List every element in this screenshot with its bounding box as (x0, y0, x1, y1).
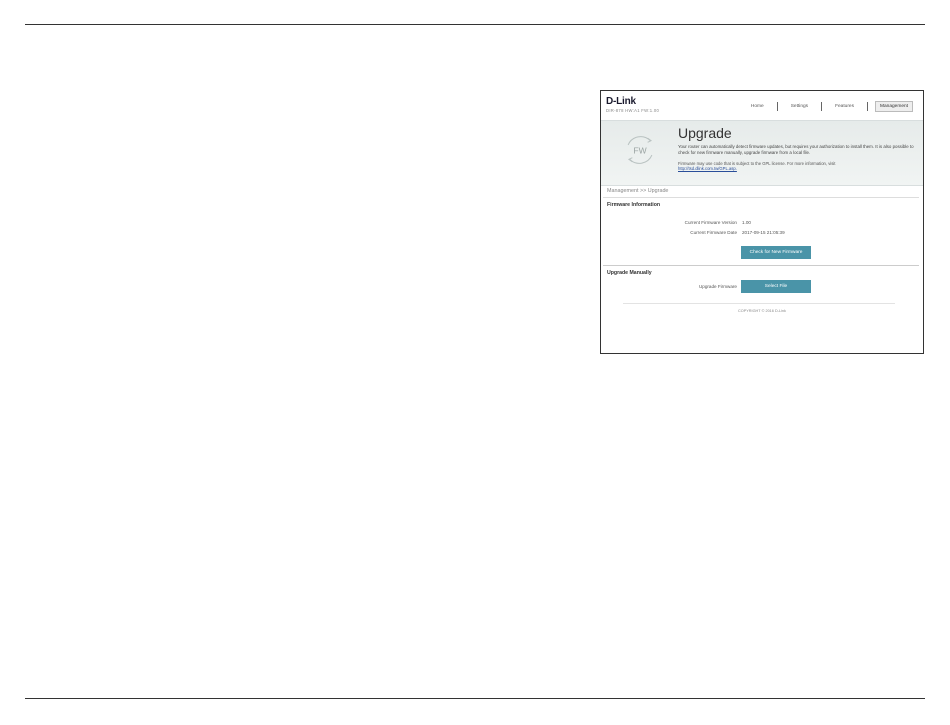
select-file-button[interactable]: Select File (741, 280, 811, 293)
top-navigation-bar: D-Link DIR-878 HW:A1 FW:1.00 Home Settin… (601, 91, 923, 120)
page-description: Your router can automatically detect fir… (678, 144, 914, 155)
firmware-icon-label: FW (633, 145, 646, 155)
nav-home[interactable]: Home (738, 104, 777, 109)
page-header-banner: FW Upgrade Your router can automatically… (601, 120, 923, 186)
page-bottom-rule (25, 698, 925, 699)
firmware-version-value: 1.00 (742, 220, 751, 225)
dlink-logo: D-Link (606, 96, 636, 107)
router-ui-screenshot: D-Link DIR-878 HW:A1 FW:1.00 Home Settin… (600, 90, 924, 354)
nav-divider (867, 102, 868, 111)
check-for-new-firmware-button[interactable]: Check for New Firmware (741, 246, 811, 259)
firmware-information-heading: Firmware Information (607, 202, 661, 208)
upgrade-firmware-label: Upgrade Firmware (698, 284, 737, 289)
gpl-note-text: Firmware may use code that is subject to… (678, 161, 836, 166)
gpl-note: Firmware may use code that is subject to… (678, 161, 918, 172)
nav-settings[interactable]: Settings (778, 104, 821, 109)
footer-divider (623, 303, 895, 304)
model-info: DIR-878 HW:A1 FW:1.00 (606, 108, 660, 113)
page-top-rule (25, 24, 925, 25)
brand: D-Link DIR-878 HW:A1 FW:1.00 (606, 96, 660, 114)
copyright: COPYRIGHT © 2016 D-Link (738, 309, 786, 313)
nav-management[interactable]: Management (875, 101, 913, 112)
breadcrumb: Management >> Upgrade (607, 188, 669, 194)
firmware-upgrade-icon: FW (627, 136, 653, 164)
section-divider (603, 265, 919, 266)
firmware-version-label: Current Firmware Version (684, 220, 737, 225)
gpl-link[interactable]: http://tsd.dlink.com.tw/GPL.asp. (678, 166, 737, 171)
upgrade-manually-heading: Upgrade Manually (607, 270, 652, 276)
firmware-date-label: Current Firmware Date (690, 230, 737, 235)
page-title: Upgrade (678, 125, 732, 141)
firmware-date-value: 2017-09-15 21:05:39 (742, 230, 785, 235)
divider (603, 197, 919, 198)
nav-features[interactable]: Features (822, 104, 867, 109)
main-nav: Home Settings Features Management (738, 101, 913, 112)
